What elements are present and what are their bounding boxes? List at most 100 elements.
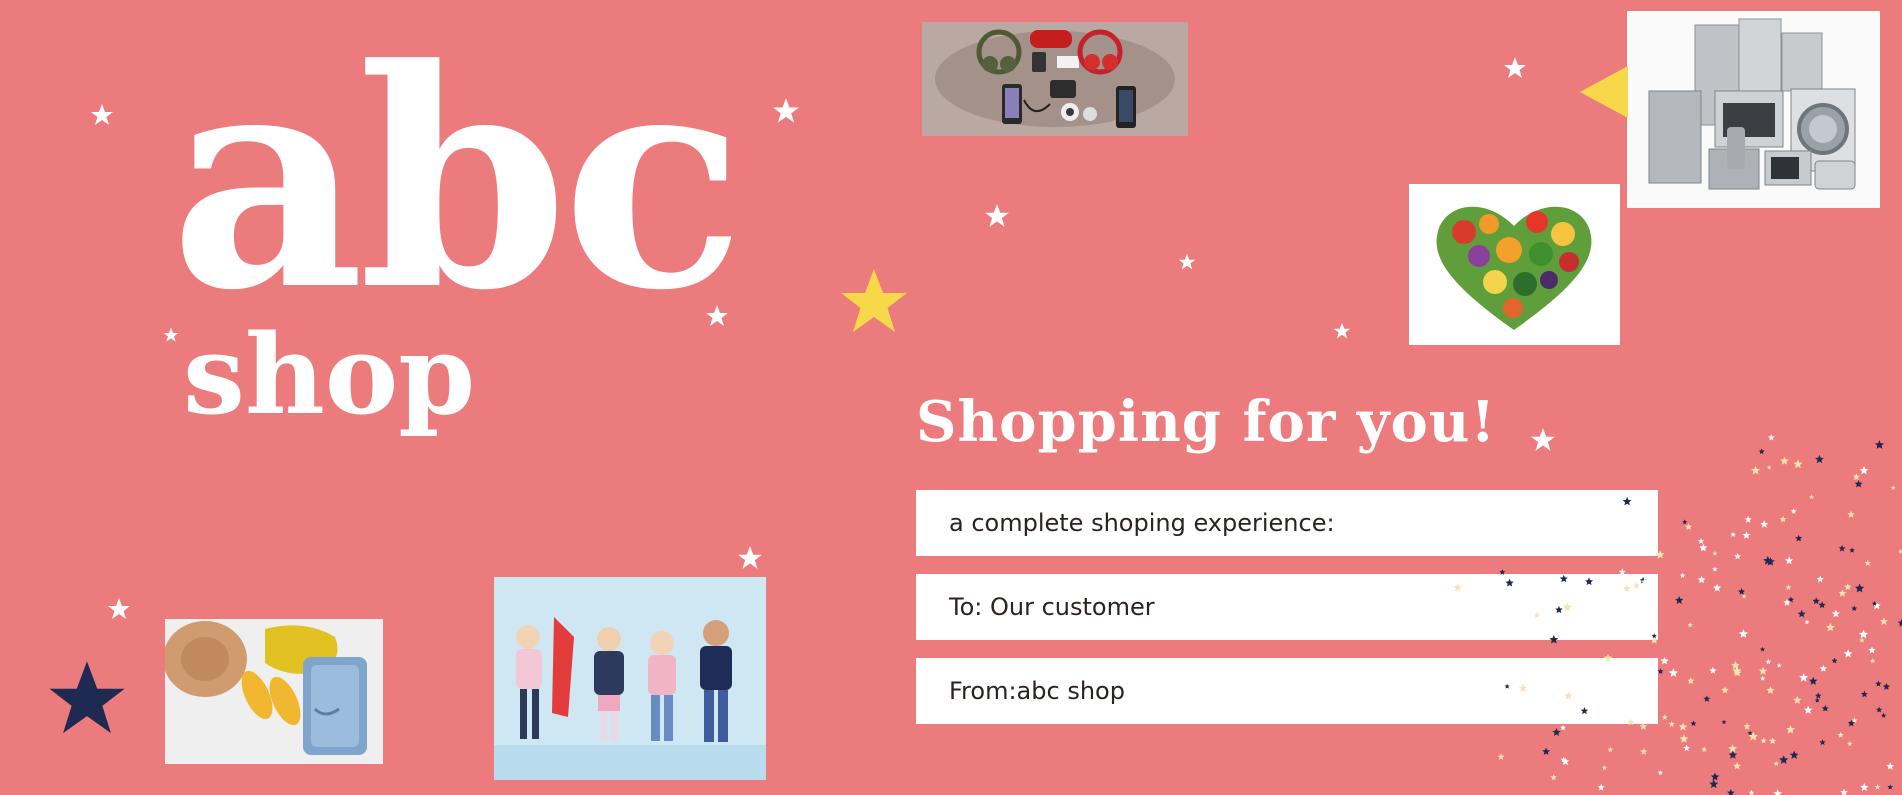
confetti-star-icon (1734, 553, 1741, 560)
star-icon (737, 545, 763, 571)
confetti-star-icon (1840, 788, 1848, 795)
confetti-star-icon (1622, 496, 1632, 506)
confetti-star-icon (1550, 774, 1557, 781)
confetti-star-icon (1639, 722, 1648, 730)
confetti-star-icon (1698, 538, 1704, 544)
confetti-star-icon (1675, 596, 1684, 604)
confetti-star-icon (1768, 434, 1775, 441)
confetti-star-icon (1712, 550, 1718, 556)
confetti-star-icon (1709, 779, 1719, 789)
confetti-star-icon (1640, 748, 1648, 755)
confetti-star-icon (1785, 556, 1794, 565)
confetti-star-icon (1564, 691, 1573, 700)
confetti-star-icon (1844, 583, 1852, 591)
confetti-star-icon (1766, 465, 1772, 470)
confetti-star-icon (1814, 697, 1820, 703)
confetti-star-icon (1765, 658, 1772, 665)
confetti-star-icon (1852, 473, 1861, 481)
confetti-star-icon (1580, 707, 1589, 715)
kids-fashion-photo (494, 577, 766, 780)
confetti-star-icon (1683, 744, 1690, 751)
confetti-star-icon (1760, 646, 1765, 652)
confetti-star-icon (1721, 686, 1729, 694)
confetti-star-icon (1874, 784, 1881, 790)
confetti-star-icon (1697, 575, 1706, 584)
confetti-star-icon (1604, 546, 1613, 555)
confetti-star-icon (1843, 649, 1853, 658)
confetti-star-icon (1618, 568, 1626, 576)
confetti-star-icon (1825, 622, 1835, 632)
confetti-star-icon (1668, 668, 1678, 677)
sender-field-text: From:abc shop (949, 677, 1125, 705)
confetti-star-icon (1668, 720, 1675, 727)
confetti-star-icon (1854, 479, 1863, 488)
confetti-star-icon (1851, 605, 1858, 611)
confetti-star-icon (1703, 695, 1711, 702)
confetti-star-icon (1747, 730, 1753, 736)
brand-logo-abc: abc (170, 3, 745, 356)
confetti-star-icon (1710, 772, 1720, 781)
brand-logo-shop: shop (183, 310, 476, 439)
confetti-star-icon (1559, 574, 1568, 583)
confetti-star-icon (1504, 683, 1510, 689)
confetti-star-icon (1518, 683, 1528, 692)
confetti-star-icon (1453, 583, 1462, 592)
confetti-star-icon (1790, 508, 1797, 514)
confetti-star-icon (1875, 680, 1882, 687)
confetti-star-icon (1876, 706, 1883, 713)
confetti-star-icon (1879, 617, 1888, 625)
confetti-star-icon (1887, 784, 1893, 790)
confetti-star-icon (1712, 566, 1718, 572)
confetti-star-icon (1773, 789, 1783, 795)
confetti-star-icon (1499, 569, 1506, 575)
confetti-star-icon (1819, 664, 1827, 672)
confetti-star-icon (1731, 660, 1740, 670)
confetti-star-icon (1687, 677, 1695, 684)
confetti-star-icon (1607, 746, 1614, 753)
confetti-star-icon (1818, 601, 1826, 609)
recipient-field-text: To: Our customer (949, 593, 1155, 621)
confetti-star-icon (1633, 582, 1640, 589)
confetti-star-icon (1797, 609, 1806, 618)
confetti-star-icon (1868, 646, 1876, 654)
confetti-star-icon (1713, 583, 1722, 592)
intro-field-text: a complete shoping experience: (949, 509, 1335, 537)
confetti-star-icon (1758, 666, 1768, 675)
confetti-star-icon (1560, 724, 1566, 731)
confetti-star-icon (1601, 764, 1608, 771)
confetti-star-icon (1779, 755, 1789, 764)
confetti-star-icon (1881, 712, 1887, 718)
confetti-star-icon (1786, 725, 1796, 734)
confetti-star-icon (1657, 770, 1663, 775)
confetti-star-icon (1776, 662, 1782, 668)
confetti-star-icon (1760, 737, 1767, 744)
confetti-star-icon (1597, 783, 1605, 791)
confetti-star-icon (1804, 619, 1810, 625)
electronics-flatlay-photo (922, 22, 1188, 136)
confetti-star-icon (1837, 731, 1844, 738)
confetti-star-icon (1859, 466, 1869, 475)
confetti-star-icon (1760, 675, 1766, 681)
confetti-star-icon (1687, 622, 1693, 628)
confetti-star-icon (1886, 762, 1895, 770)
confetti-star-icon (1831, 657, 1838, 664)
confetti-star-icon (1621, 702, 1631, 711)
confetti-star-icon (1773, 761, 1779, 767)
confetti-star-icon (1552, 728, 1561, 736)
confetti-star-icon (1744, 516, 1752, 523)
confetti-star-icon (1505, 578, 1514, 587)
confetti-star-icon (1882, 683, 1891, 690)
confetti-star-icon (1760, 520, 1769, 528)
home-appliances-photo (1627, 11, 1880, 208)
confetti-star-icon (1890, 485, 1896, 490)
confetti-star-icon (1741, 593, 1747, 599)
confetti-star-icon (1799, 673, 1809, 682)
confetti-star-icon (1542, 747, 1551, 755)
fashion-flatlay-photo (165, 619, 383, 764)
confetti-star-icon (1815, 454, 1824, 464)
confetti-star-icon (1655, 550, 1665, 559)
confetti-star-icon (1814, 692, 1822, 699)
confetti-star-icon (1809, 676, 1818, 685)
confetti-star-icon (1679, 734, 1689, 743)
confetti-star-icon (1847, 740, 1853, 747)
